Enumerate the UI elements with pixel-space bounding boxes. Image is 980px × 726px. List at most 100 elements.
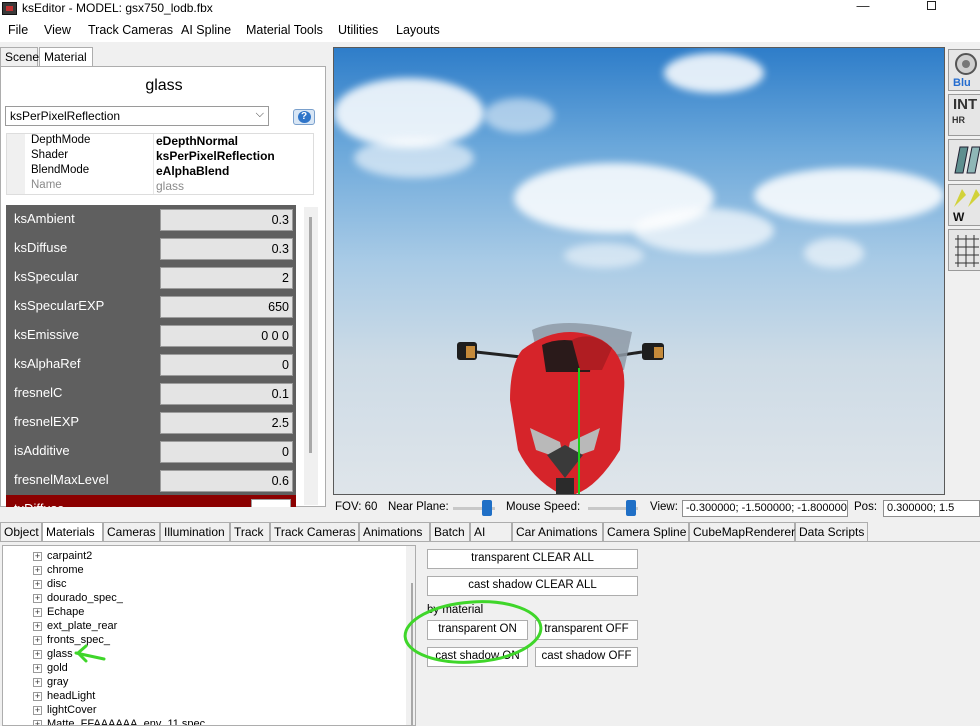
expand-icon[interactable]: + (33, 580, 42, 589)
tab-car-animations[interactable]: Car Animations (512, 522, 603, 542)
expand-icon[interactable]: + (33, 594, 42, 603)
tab-material[interactable]: Material (39, 47, 93, 67)
transparent-clear-all-button[interactable]: transparent CLEAR ALL (427, 549, 638, 569)
glass-panels-button[interactable] (948, 139, 980, 181)
expand-icon[interactable]: + (33, 692, 42, 701)
mouse-speed-slider-thumb[interactable] (625, 500, 636, 516)
app-icon (2, 2, 17, 15)
param-value-input[interactable]: 0.3 (160, 209, 293, 231)
param-label: fresnelMaxLevel (14, 472, 109, 487)
tab-batch[interactable]: Batch (430, 522, 470, 542)
param-label: ksEmissive (14, 327, 80, 342)
param-value-input[interactable]: 2.5 (160, 412, 293, 434)
tab-ai[interactable]: AI (470, 522, 512, 542)
property-row[interactable]: DepthMode eDepthNormal (7, 134, 315, 149)
tab-animations[interactable]: Animations (359, 522, 430, 542)
tab-materials[interactable]: Materials (42, 522, 103, 542)
property-row[interactable]: BlendMode eAlphaBlend (7, 164, 315, 179)
transparent-off-button[interactable]: transparent OFF (535, 620, 638, 640)
cast-shadow-on-button[interactable]: cast shadow ON (427, 647, 528, 667)
glass-panels-icon (954, 146, 980, 174)
tab-object[interactable]: Object (0, 522, 42, 542)
expand-icon[interactable]: + (33, 622, 42, 631)
menu-ai-spline[interactable]: AI Spline (181, 23, 231, 37)
param-label: ksAlphaRef (14, 356, 81, 371)
3d-viewport[interactable] (333, 47, 945, 495)
expand-icon[interactable]: + (33, 706, 42, 715)
pos-vector-input[interactable]: 0.300000; 1.5 (883, 500, 980, 517)
minimize-button[interactable]: — (840, 0, 886, 14)
param-row-ksdiffuse: ksDiffuse 0.3 (6, 234, 296, 263)
expand-icon[interactable]: + (33, 678, 42, 687)
expand-icon[interactable]: + (33, 566, 42, 575)
tab-camera-spline[interactable]: Camera Spline (603, 522, 689, 542)
param-value-input[interactable]: 650 (160, 296, 293, 318)
shader-params-list: ksAmbient 0.3 ksDiffuse 0.3 ksSpecular 2 ks… (6, 205, 296, 507)
param-value-input[interactable]: 0.6 (160, 470, 293, 492)
grid-button[interactable] (948, 229, 980, 271)
menu-view[interactable]: View (44, 23, 71, 37)
render-toolbar: Blu INT HR W (948, 47, 980, 277)
maximize-button[interactable] (908, 0, 954, 14)
wireframe-button[interactable]: W (948, 184, 980, 226)
view-vector-input[interactable]: -0.300000; -1.500000; -1.800000 (682, 500, 848, 517)
param-row-txdiffuse[interactable]: txDiffuse (6, 495, 296, 507)
param-value-input[interactable]: 0.3 (160, 238, 293, 260)
tab-illumination[interactable]: Illumination (160, 522, 230, 542)
param-value-input[interactable]: 2 (160, 267, 293, 289)
property-row[interactable]: Name glass (7, 179, 315, 194)
tree-scrollbar[interactable] (406, 546, 415, 725)
menu-layouts[interactable]: Layouts (396, 23, 440, 37)
tab-scene[interactable]: Scene (0, 47, 39, 67)
param-label: fresnelEXP (14, 414, 80, 429)
property-value: glass (156, 179, 185, 193)
tab-track[interactable]: Track (230, 522, 270, 542)
tab-data-scripts[interactable]: Data Scripts (795, 522, 868, 542)
menu-material-tools[interactable]: Material Tools (246, 23, 323, 37)
param-row-ksemissive: ksEmissive 0 0 0 (6, 321, 296, 350)
params-scrollbar[interactable] (304, 207, 318, 505)
shader-dropdown[interactable]: ksPerPixelReflection ⌵ (5, 106, 269, 126)
near-plane-slider-thumb[interactable] (481, 500, 492, 516)
maximize-icon (926, 1, 936, 10)
expand-icon[interactable]: + (33, 552, 42, 561)
param-value-input[interactable]: 0.1 (160, 383, 293, 405)
material-properties-grid: DepthMode eDepthNormal Shader ksPerPixelRe… (6, 133, 314, 195)
param-row-ksspecular: ksSpecular 2 (6, 263, 296, 292)
expand-icon[interactable]: + (33, 720, 42, 725)
material-name-title: glass (145, 77, 183, 94)
chevron-down-icon: ⌵ (255, 108, 264, 120)
param-row-fresnelexp: fresnelEXP 2.5 (6, 408, 296, 437)
menu-track-cameras[interactable]: Track Cameras (88, 23, 173, 37)
param-value-input[interactable]: 0 (160, 441, 293, 463)
transparent-on-button[interactable]: transparent ON (427, 620, 528, 640)
expand-icon[interactable]: + (33, 636, 42, 645)
cast-shadow-off-button[interactable]: cast shadow OFF (535, 647, 638, 667)
int-hr-button[interactable]: INT HR (948, 94, 980, 136)
param-value-input[interactable]: 0 (160, 354, 293, 376)
tab-track-cameras[interactable]: Track Cameras (270, 522, 359, 542)
expand-icon[interactable]: + (33, 608, 42, 617)
expand-icon[interactable]: + (33, 664, 42, 673)
tab-cameras[interactable]: Cameras (103, 522, 160, 542)
property-row[interactable]: Shader ksPerPixelReflection (7, 149, 315, 164)
mouse-speed-label: Mouse Speed: (506, 501, 581, 513)
menu-file[interactable]: File (8, 23, 28, 37)
title-bar: ksEditor - MODEL: gsx750_lodb.fbx — (0, 0, 980, 20)
expand-icon[interactable]: + (33, 650, 42, 659)
tab-cubemaprenderer[interactable]: CubeMapRenderer (689, 522, 795, 542)
bottom-tabs: Object Materials Cameras Illumination Tr… (0, 522, 980, 542)
param-label: ksSpecularEXP (14, 298, 105, 313)
menu-utilities[interactable]: Utilities (338, 23, 378, 37)
param-label: isAdditive (14, 443, 70, 458)
help-button[interactable]: ? (293, 109, 315, 125)
blur-button[interactable]: Blu (948, 49, 980, 91)
param-label: fresnelC (14, 385, 63, 400)
texture-slot[interactable] (251, 499, 291, 507)
param-row-isadditive: isAdditive 0 (6, 437, 296, 466)
property-value: eDepthNormal (156, 134, 239, 148)
cast-shadow-clear-all-button[interactable]: cast shadow CLEAR ALL (427, 576, 638, 596)
param-label: ksDiffuse (14, 240, 68, 255)
param-label: txDiffuse (14, 501, 64, 507)
param-value-input[interactable]: 0 0 0 (160, 325, 293, 347)
